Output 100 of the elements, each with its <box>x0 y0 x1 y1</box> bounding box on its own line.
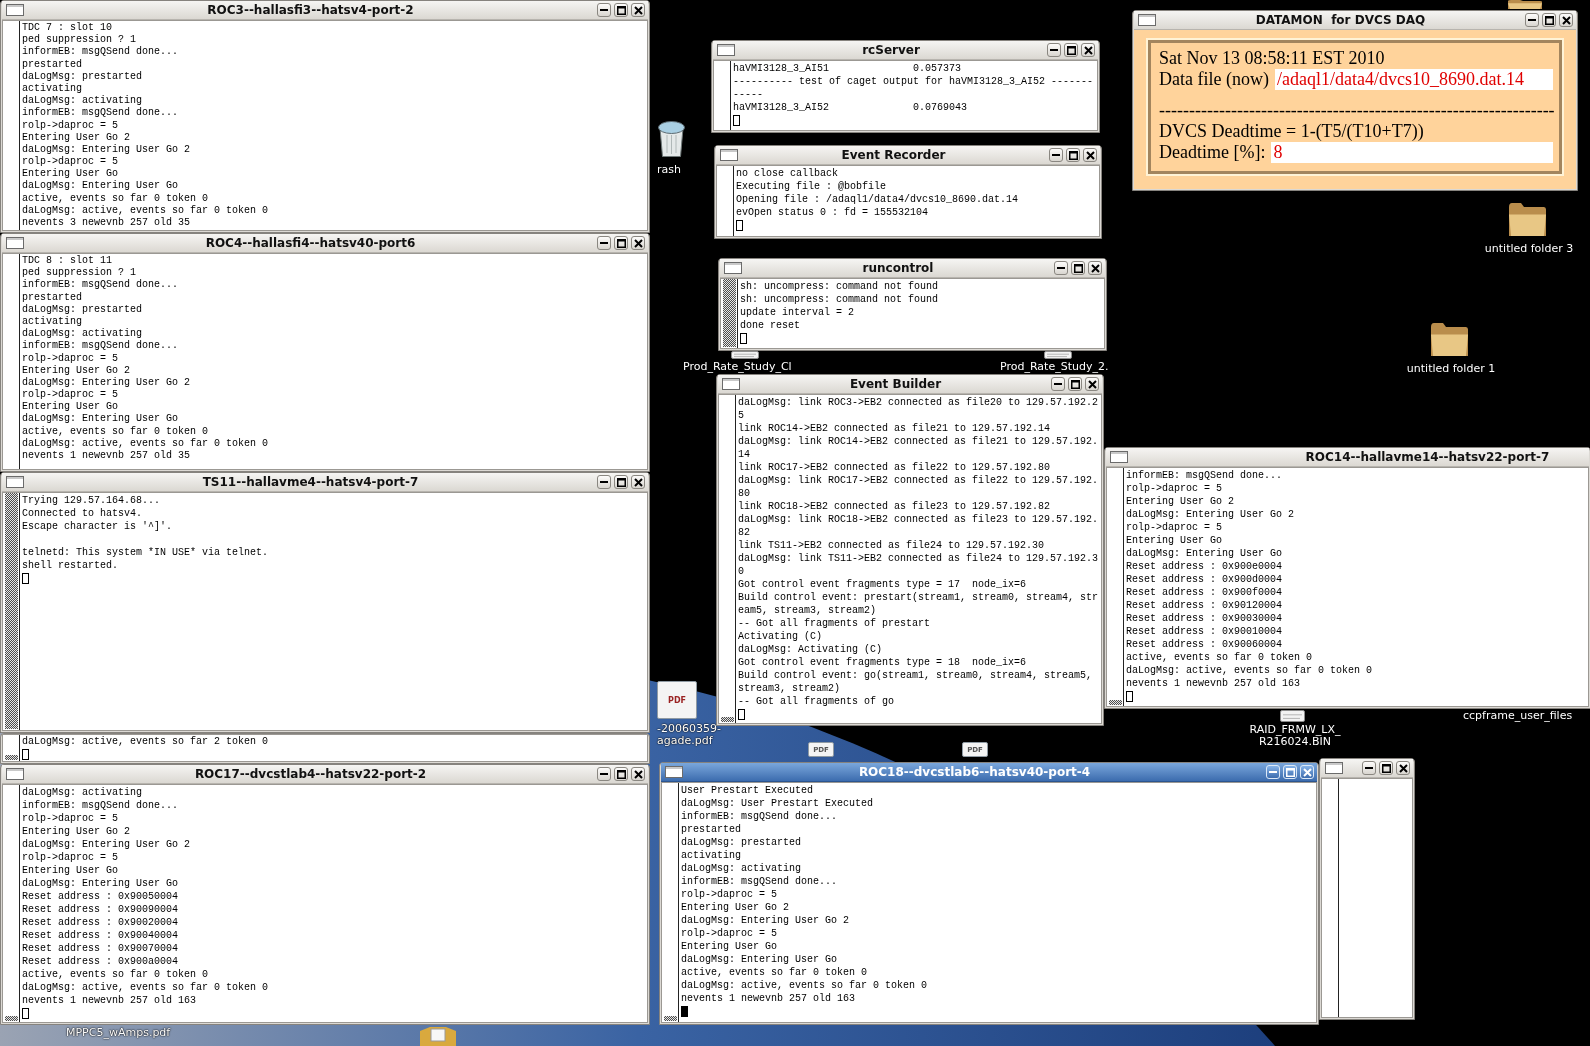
close-button[interactable] <box>1081 43 1095 57</box>
maximize-button[interactable] <box>614 767 628 781</box>
icon-label[interactable]: ccpframe_user_files <box>1463 710 1573 722</box>
minimize-button[interactable] <box>1049 148 1063 162</box>
terminal-line: rolp->daproc = 5 <box>681 927 778 940</box>
terminal-line: activating <box>22 82 83 95</box>
deadtime-field[interactable]: 8 <box>1271 142 1553 163</box>
window-menu-icon[interactable] <box>722 378 740 390</box>
folder-icon[interactable] <box>1508 0 1542 9</box>
window-menu-icon[interactable] <box>665 766 683 778</box>
maximize-button[interactable] <box>1068 377 1082 391</box>
maximize-button[interactable] <box>1066 148 1080 162</box>
terminal-line: nevents 1 newevnb 257 old 35 <box>22 450 192 463</box>
title-bar[interactable]: ROC17--dvcstlab4--hatsv22-port-2 <box>2 765 648 784</box>
scroll-track[interactable] <box>3 785 20 1022</box>
scroll-thumb[interactable] <box>5 755 18 760</box>
window-menu-icon[interactable] <box>1138 14 1156 26</box>
folder-icon[interactable] <box>1509 203 1546 236</box>
minimize-button[interactable] <box>597 767 611 781</box>
window-menu-icon[interactable] <box>6 4 24 16</box>
close-button[interactable] <box>1396 761 1410 775</box>
maximize-button[interactable] <box>614 236 628 250</box>
title-bar[interactable]: runcontrol <box>720 259 1105 278</box>
title-bar[interactable]: ROC4--hallasfi4--hatsv40-port6 <box>2 234 648 253</box>
terminal-line: daLogMsg: active, events so far 0 token 0 <box>22 981 270 994</box>
window-menu-icon[interactable] <box>724 262 742 274</box>
close-button[interactable] <box>1088 261 1102 275</box>
scroll-track[interactable] <box>1107 468 1124 706</box>
window-title: Event Recorder <box>841 147 946 163</box>
terminal-line: active, events so far 0 token 0 <box>22 192 210 205</box>
maximize-button[interactable] <box>1064 43 1078 57</box>
icon-label[interactable]: untitled folder 3 <box>1484 243 1574 255</box>
window-title: rcServer <box>862 42 920 58</box>
icon-label[interactable]: RAID_FRMW_LX_ R216024.BIN <box>1249 724 1341 748</box>
title-bar[interactable]: ROC3--hallasfi3--hatsv4-port-2 <box>2 1 648 20</box>
package-icon[interactable] <box>420 1027 456 1046</box>
scroll-track[interactable] <box>3 735 20 761</box>
title-bar[interactable]: Event Recorder <box>716 146 1100 165</box>
icon-label[interactable]: Prod_Rate_Study_2. <box>1000 361 1109 373</box>
window-menu-icon[interactable] <box>6 237 24 249</box>
maximize-button[interactable] <box>1379 761 1393 775</box>
title-bar[interactable]: Event Builder <box>718 375 1102 394</box>
title-bar[interactable]: ROC18--dvcstlab6--hatsv40-port-4 <box>661 763 1317 782</box>
maximize-button[interactable] <box>1542 13 1556 27</box>
window-title: DATAMON for DVCS DAQ <box>1255 12 1426 28</box>
minimize-button[interactable] <box>1047 43 1061 57</box>
minimize-button[interactable] <box>1362 761 1376 775</box>
folder-icon[interactable] <box>1431 323 1468 356</box>
minimize-button[interactable] <box>597 475 611 489</box>
terminal-line: Entering User Go <box>22 401 119 413</box>
icon-label[interactable]: -20060359- agade.pdf <box>657 723 721 747</box>
data-file-field[interactable]: /adaql1/data4/dvcs10_8690.dat.14 <box>1274 69 1553 90</box>
terminal-line: daLogMsg: active, events so far 0 token 0 <box>22 204 270 217</box>
icon-label[interactable]: untitled folder 1 <box>1406 363 1496 375</box>
window-menu-icon[interactable] <box>6 768 24 780</box>
title-bar[interactable] <box>1321 759 1413 778</box>
close-button[interactable] <box>1083 148 1097 162</box>
window-menu-icon[interactable] <box>1325 762 1343 774</box>
terminal-line: daLogMsg: Entering User Go <box>22 877 180 890</box>
terminal-line: Got control event fragments type = 17 node_ix=6 <box>738 578 1028 591</box>
icon-label[interactable]: rash <box>657 164 681 176</box>
window-menu-icon[interactable] <box>720 149 738 161</box>
close-button[interactable] <box>1085 377 1099 391</box>
close-button[interactable] <box>631 236 645 250</box>
document-icon[interactable]: PDF <box>657 681 697 719</box>
maximize-button[interactable] <box>1071 261 1085 275</box>
close-button[interactable] <box>631 3 645 17</box>
trash-icon[interactable] <box>658 121 685 157</box>
terminal-line: link ROC17->EB2 connected as file22 to 129.57.192.80 <box>738 461 1052 474</box>
title-bar[interactable]: TS11--hallavme4--hatsv4-port-7 <box>2 473 648 492</box>
scroll-track[interactable] <box>662 783 679 1022</box>
title-bar[interactable]: rcServer <box>713 41 1098 60</box>
icon-text: PDF <box>668 695 686 705</box>
minimize-button[interactable] <box>597 236 611 250</box>
terminal-line: Opening file : /adaql1/data4/dvcs10_8690.dat.14 <box>736 193 1020 206</box>
scroll-thumb[interactable] <box>664 1016 677 1021</box>
terminal-line: TDC 8 : slot 11 <box>22 255 113 267</box>
scroll-thumb[interactable] <box>1109 700 1122 705</box>
window-menu-icon[interactable] <box>717 44 735 56</box>
scroll-track[interactable] <box>719 395 736 723</box>
terminal-line: -- Got all fragments of prestart <box>738 617 932 630</box>
window-menu-icon[interactable] <box>1110 451 1128 463</box>
maximize-button[interactable] <box>614 475 628 489</box>
scroll-thumb[interactable] <box>721 717 734 722</box>
minimize-button[interactable] <box>597 3 611 17</box>
close-button[interactable] <box>631 475 645 489</box>
icon-label[interactable]: Prod_Rate_Study_Cl <box>683 361 792 373</box>
file-icon[interactable] <box>1280 710 1305 722</box>
terminal-line: active, events so far 0 token 0 <box>22 425 210 438</box>
minimize-button[interactable] <box>1525 13 1539 27</box>
minimize-button[interactable] <box>1054 261 1068 275</box>
close-button[interactable] <box>631 767 645 781</box>
maximize-button[interactable] <box>614 3 628 17</box>
title-bar[interactable]: ROC14--hallavme14--hatsv22-port-7 <box>1106 448 1589 467</box>
title-bar[interactable]: DATAMON for DVCS DAQ <box>1134 11 1576 30</box>
minimize-button[interactable] <box>1051 377 1065 391</box>
window-menu-icon[interactable] <box>6 476 24 488</box>
close-button[interactable] <box>1559 13 1573 27</box>
scroll-thumb[interactable] <box>5 1016 18 1021</box>
dashed-separator: ------------------------------------------------------------------ <box>1159 100 1555 121</box>
